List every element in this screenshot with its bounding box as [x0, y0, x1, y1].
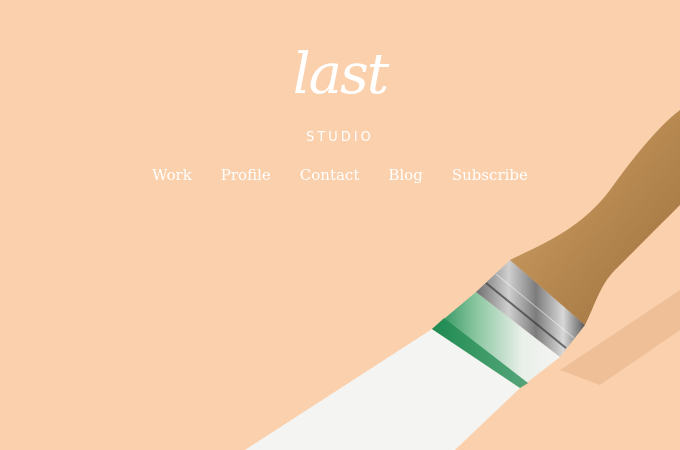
logo-subtitle: STUDIO	[306, 130, 374, 145]
site-logo[interactable]: last STUDIO	[270, 40, 410, 150]
nav-work[interactable]: Work	[152, 164, 192, 186]
nav-subscribe[interactable]: Subscribe	[452, 164, 528, 186]
nav-profile[interactable]: Profile	[221, 164, 271, 186]
logo-wordmark: last	[292, 42, 390, 107]
nav-contact[interactable]: Contact	[300, 164, 360, 186]
main-navigation: Work Profile Contact Blog Subscribe	[0, 164, 680, 186]
nav-blog[interactable]: Blog	[388, 164, 422, 186]
